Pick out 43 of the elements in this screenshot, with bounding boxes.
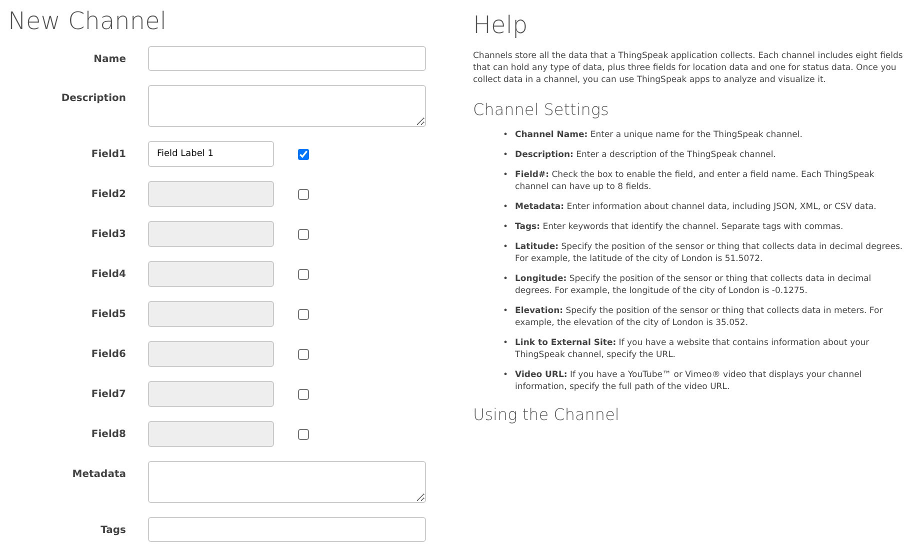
field-label: Field1 xyxy=(90,148,127,162)
help-item: Metadata: Enter information about channel data, including JSON, XML, or CSV data. xyxy=(515,201,876,214)
text-input[interactable] xyxy=(148,517,426,542)
bullet: • xyxy=(503,129,508,142)
field-label: Field5 xyxy=(90,308,127,322)
bullet: • xyxy=(503,305,508,318)
bullet: • xyxy=(503,273,508,286)
field-label: Tags xyxy=(100,524,127,538)
field-label: Field8 xyxy=(90,428,127,442)
bullet: • xyxy=(503,221,508,234)
field-label: Field3 xyxy=(90,228,127,242)
field-label: Field4 xyxy=(90,268,127,282)
text-area[interactable] xyxy=(148,85,426,127)
text-area[interactable] xyxy=(148,461,426,503)
section-heading: Channel Settings xyxy=(473,100,610,120)
field-label: Field2 xyxy=(90,188,127,202)
field-label: Field6 xyxy=(90,348,127,362)
field-label: Field7 xyxy=(90,388,127,402)
field-label: Name xyxy=(92,53,127,67)
help-item: Field#: Check the box to enable the field, and enter a field name. Each ThingSpeak channel can have up to 8 fields. xyxy=(515,169,876,194)
help-item: Channel Name: Enter a unique name for the ThingSpeak channel. xyxy=(515,129,802,142)
help-item: Longitude: Specify the position of the sensor or thing that collects data in decimal degrees. For example, the longitude of the city of London is -0.1275. xyxy=(515,273,872,298)
bullet: • xyxy=(503,241,508,254)
help-item: Video URL: If you have a YouTube™ or Vimeo® video that displays your channel information, specify the full path of the video URL. xyxy=(515,369,863,394)
bullet: • xyxy=(503,169,508,182)
page-title: New Channel xyxy=(8,6,168,36)
help-paragraph: Channels store all the data that a ThingSpeak application collects. Each channel includes eight fields that can hold any type of data, plus three fields for location data and one for status data. Once you collect data in a channel, you can use ThingSpeak apps to analyze and visualize it. xyxy=(473,50,904,86)
bullet: • xyxy=(503,337,508,350)
help-item: Elevation: Specify the position of the sensor or thing that collects data in meters. For example, the elevation of the city of London is 35.052. xyxy=(515,305,884,330)
field-input[interactable]: Field Label 1 xyxy=(148,141,274,167)
checkbox[interactable] xyxy=(298,149,309,160)
bullet: • xyxy=(503,149,508,162)
text-input[interactable] xyxy=(148,46,426,71)
field-label: Description xyxy=(60,92,127,106)
help-item: Tags: Enter keywords that identify the channel. Separate tags with commas. xyxy=(515,221,844,234)
section-heading: Using the Channel xyxy=(473,405,620,424)
field-label: Metadata xyxy=(71,468,127,482)
help-title: Help xyxy=(473,10,529,40)
help-item: Description: Enter a description of the ThingSpeak channel. xyxy=(515,149,776,162)
help-item: Link to External Site: If you have a website that contains information about your ThingSpeak channel, specify the URL. xyxy=(515,337,870,362)
bullet: • xyxy=(503,201,508,214)
bullet: • xyxy=(503,369,508,382)
help-item: Latitude: Specify the position of the sensor or thing that collects data in decimal degrees. For example, the latitude of the city of London is 51.5072. xyxy=(515,241,904,266)
